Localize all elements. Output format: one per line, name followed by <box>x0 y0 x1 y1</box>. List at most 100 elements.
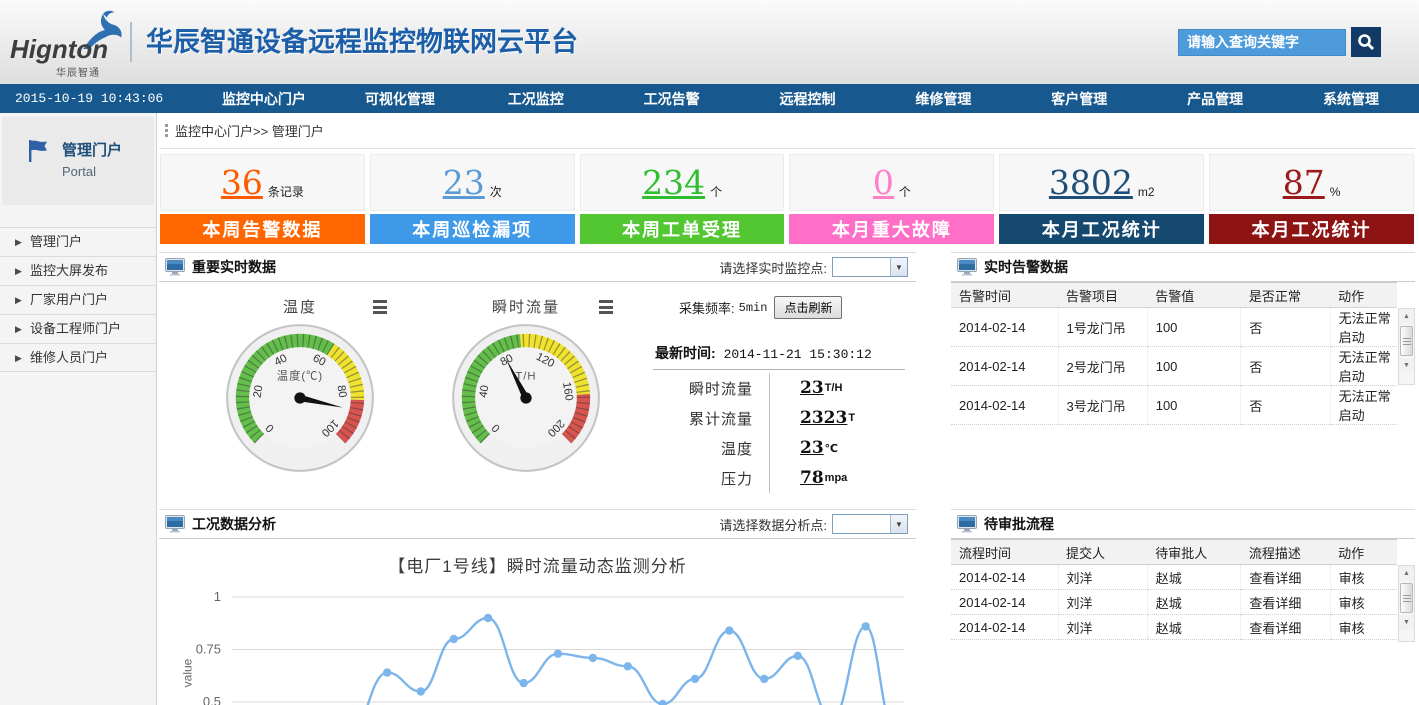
breadcrumb-text: 监控中心门户>> 管理门户 <box>175 121 324 140</box>
action-cell[interactable]: 无法正常启动 <box>1330 347 1397 386</box>
stat-card-weekly-inspection: 23次 本周巡检漏项 <box>370 154 575 244</box>
reading-value[interactable]: 78 <box>800 468 824 488</box>
table-cell: 1号龙门吊 <box>1058 308 1147 347</box>
stat-banner[interactable]: 本周工单受理 <box>580 214 785 244</box>
search-area <box>1178 27 1381 57</box>
sidebar-item-engineer-portal[interactable]: ▶设备工程师门户 <box>0 314 156 343</box>
stat-unit: 个 <box>899 183 911 200</box>
gauge-menu-icon[interactable] <box>373 300 387 314</box>
nav-item-customer[interactable]: 客户管理 <box>1011 84 1147 113</box>
logo-brand: Hignton <box>10 34 108 65</box>
action-cell[interactable]: 审核 <box>1330 590 1397 615</box>
stat-value[interactable]: 87 <box>1283 163 1325 202</box>
analysis-point-select[interactable]: ▼ <box>832 514 908 534</box>
reading-unit: ℃ <box>825 442 838 455</box>
flow-gauge: 0 40 80 120 160 200 T/H <box>449 320 603 476</box>
table-scrollbar[interactable]: ▲ ▼ <box>1398 565 1415 642</box>
table-row: 2014-02-14刘洋赵城查看详细审核 <box>951 565 1397 590</box>
chart-point <box>383 668 391 676</box>
chevron-down-icon[interactable]: ▼ <box>890 258 907 276</box>
gauge-title: 瞬时流量 <box>492 299 560 316</box>
column-header: 待审批人 <box>1147 540 1241 565</box>
table-cell: 100 <box>1147 347 1241 386</box>
action-cell[interactable]: 无法正常启动 <box>1330 386 1397 425</box>
stat-value[interactable]: 36 <box>221 163 263 202</box>
action-cell[interactable]: 审核 <box>1330 615 1397 640</box>
table-row: 2014-02-141号龙门吊100否无法正常启动 <box>951 308 1397 347</box>
nav-item-monitor-center[interactable]: 监控中心门户 <box>196 84 332 113</box>
logo: Hignton 华辰智通 <box>10 10 138 76</box>
stat-banner[interactable]: 本月工况统计 <box>1209 214 1414 244</box>
stat-value[interactable]: 0 <box>873 163 894 202</box>
flow-gauge-block: 瞬时流量 0 40 80 <box>413 286 639 493</box>
scroll-down-icon[interactable]: ▼ <box>1399 358 1414 373</box>
stat-banner[interactable]: 本周告警数据 <box>160 214 365 244</box>
scroll-down-icon[interactable]: ▼ <box>1399 615 1414 630</box>
monitor-icon <box>165 515 185 533</box>
sidebar-item-admin-portal[interactable]: ▶管理门户 <box>0 227 156 256</box>
reading-row-total-flow: 累计流量 2323T <box>653 403 911 433</box>
realtime-data-panel: 重要实时数据 请选择实时监控点: ▼ 温度 <box>159 252 916 504</box>
table-cell: 查看详细 <box>1241 615 1330 640</box>
table-cell: 否 <box>1241 347 1330 386</box>
triangle-right-icon: ▶ <box>15 315 22 343</box>
stats-row: 36条记录 本周告警数据 23次 本周巡检漏项 234个 本周工单受理 0个 本… <box>160 154 1414 244</box>
nav-item-system[interactable]: 系统管理 <box>1283 84 1419 113</box>
chevron-down-icon[interactable]: ▼ <box>890 515 907 533</box>
reading-value[interactable]: 23 <box>800 438 824 458</box>
stat-banner[interactable]: 本月重大故障 <box>789 214 994 244</box>
search-input[interactable] <box>1178 29 1346 56</box>
stat-banner[interactable]: 本月工况统计 <box>999 214 1204 244</box>
sidebar-item-repair-portal[interactable]: ▶维修人员门户 <box>0 343 156 372</box>
freq-value: 5min <box>739 301 768 315</box>
gauge-menu-icon[interactable] <box>599 300 613 314</box>
search-button[interactable] <box>1351 27 1381 57</box>
table-row: 2014-02-14刘洋赵城查看详细审核 <box>951 590 1397 615</box>
sidebar-item-big-screen[interactable]: ▶监控大屏发布 <box>0 256 156 285</box>
flow-line-chart: 10.750.5 value <box>159 580 916 705</box>
sidebar-item-vendor-portal[interactable]: ▶厂家用户门户 <box>0 285 156 314</box>
reading-value[interactable]: 2323 <box>800 408 847 428</box>
nav-item-condition-monitor[interactable]: 工况监控 <box>468 84 604 113</box>
chart-point <box>417 687 425 695</box>
temperature-gauge: 0 20 40 60 80 100 温度(℃) <box>223 320 377 476</box>
chart-point <box>484 614 492 622</box>
nav-item-remote-control[interactable]: 远程控制 <box>740 84 876 113</box>
stat-value[interactable]: 234 <box>642 163 705 202</box>
nav-item-product[interactable]: 产品管理 <box>1147 84 1283 113</box>
reading-value[interactable]: 23 <box>800 378 824 398</box>
stat-value[interactable]: 23 <box>443 163 485 202</box>
stat-unit: % <box>1330 185 1341 199</box>
freq-label: 采集频率: <box>679 298 735 317</box>
chart-point <box>624 662 632 670</box>
monitor-point-select[interactable]: ▼ <box>832 257 908 277</box>
stat-card-weekly-alarms: 36条记录 本周告警数据 <box>160 154 365 244</box>
scroll-up-icon[interactable]: ▲ <box>1399 309 1414 324</box>
table-cell: 赵城 <box>1147 565 1241 590</box>
table-cell: 2014-02-14 <box>951 565 1058 590</box>
table-row: 2014-02-143号龙门吊100否无法正常启动 <box>951 386 1397 425</box>
action-cell[interactable]: 无法正常启动 <box>1330 308 1397 347</box>
table-cell: 2014-02-14 <box>951 386 1058 425</box>
scroll-up-icon[interactable]: ▲ <box>1399 566 1414 581</box>
nav-items: 监控中心门户 可视化管理 工况监控 工况告警 远程控制 维修管理 客户管理 产品… <box>196 84 1419 113</box>
portal-header: 管理门户 Portal <box>2 117 154 205</box>
chart-point <box>725 626 733 634</box>
action-cell[interactable]: 审核 <box>1330 565 1397 590</box>
svg-text:1: 1 <box>214 589 221 604</box>
column-header: 动作 <box>1330 540 1397 565</box>
chart-title: 【电厂1号线】瞬时流量动态监测分析 <box>159 552 916 577</box>
nav-item-condition-alarm[interactable]: 工况告警 <box>604 84 740 113</box>
refresh-button[interactable]: 点击刷新 <box>774 296 842 319</box>
stat-value[interactable]: 3802 <box>1049 163 1133 202</box>
svg-text:0.75: 0.75 <box>196 642 221 657</box>
nav-item-visualization[interactable]: 可视化管理 <box>332 84 468 113</box>
nav-item-maintenance[interactable]: 维修管理 <box>875 84 1011 113</box>
scrollbar-thumb[interactable] <box>1400 326 1413 356</box>
sidebar: 管理门户 Portal ▶管理门户 ▶监控大屏发布 ▶厂家用户门户 ▶设备工程师… <box>0 113 157 705</box>
table-cell: 2014-02-14 <box>951 615 1058 640</box>
portal-title: 管理门户 <box>62 139 122 160</box>
stat-banner[interactable]: 本周巡检漏项 <box>370 214 575 244</box>
scrollbar-thumb[interactable] <box>1400 583 1413 613</box>
table-scrollbar[interactable]: ▲ ▼ <box>1398 308 1415 385</box>
